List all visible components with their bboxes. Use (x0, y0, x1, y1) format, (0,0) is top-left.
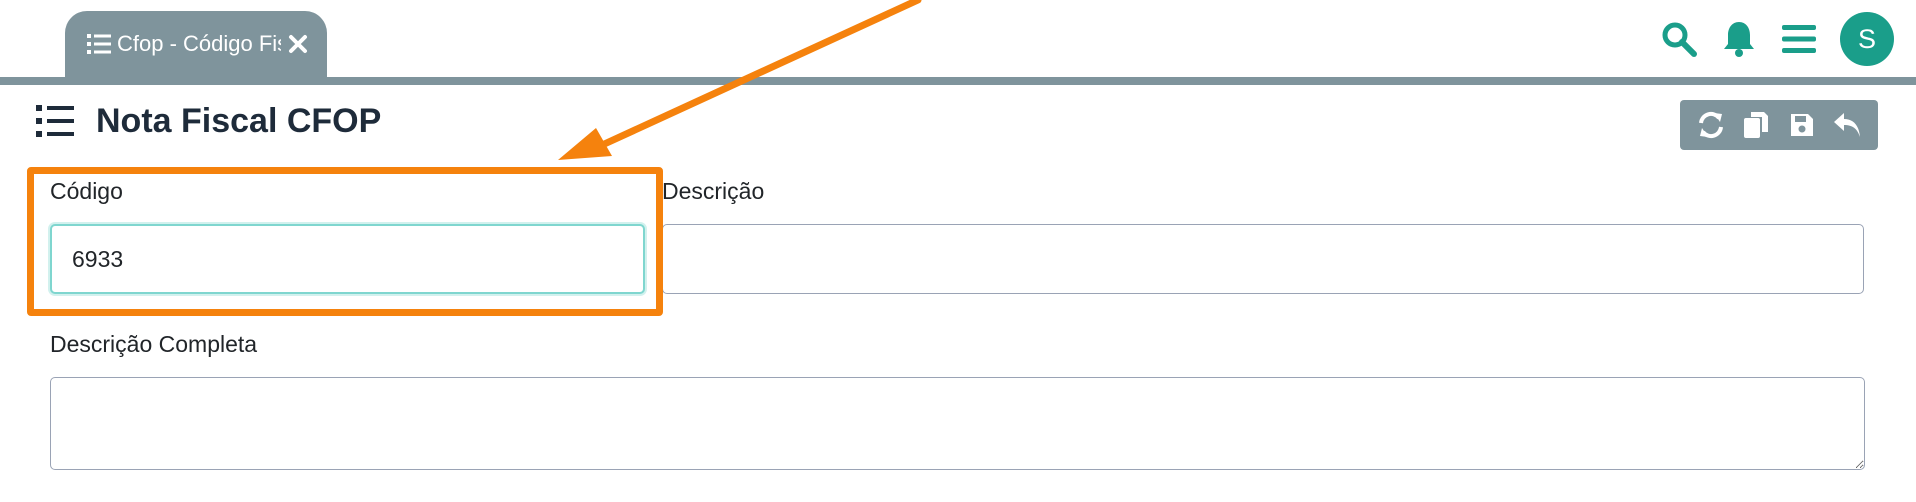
list-icon (36, 105, 74, 137)
tab-label: Cfop - Código Fiscal (117, 31, 281, 56)
save-button[interactable] (1784, 107, 1820, 143)
page-title: Nota Fiscal CFOP (96, 101, 382, 140)
descricao-label: Descrição (662, 178, 765, 204)
undo-icon (1834, 113, 1861, 137)
refresh-button[interactable] (1693, 107, 1729, 143)
avatar[interactable]: S (1840, 12, 1894, 66)
page-header: Nota Fiscal CFOP (36, 96, 381, 146)
top-bar-divider (0, 77, 1916, 85)
hamburger-menu-icon[interactable] (1780, 20, 1818, 58)
close-icon[interactable] (287, 33, 309, 55)
codigo-label: Código (50, 178, 123, 204)
descricao-completa-label: Descrição Completa (50, 331, 258, 357)
copy-button[interactable] (1738, 107, 1774, 143)
refresh-icon (1698, 111, 1723, 139)
top-bar: Cfop - Código Fiscal S (0, 0, 1916, 85)
tab-cfop[interactable]: Cfop - Código Fiscal (65, 11, 327, 77)
descricao-input[interactable] (662, 224, 1864, 294)
save-icon (1790, 114, 1813, 136)
copy-icon (1744, 112, 1769, 138)
descricao-completa-textarea[interactable] (50, 377, 1865, 470)
list-icon (87, 34, 111, 54)
search-icon[interactable] (1660, 20, 1698, 58)
record-toolbar (1680, 100, 1878, 150)
codigo-input[interactable] (50, 224, 645, 294)
undo-button[interactable] (1829, 107, 1865, 143)
bell-icon[interactable] (1720, 20, 1758, 58)
